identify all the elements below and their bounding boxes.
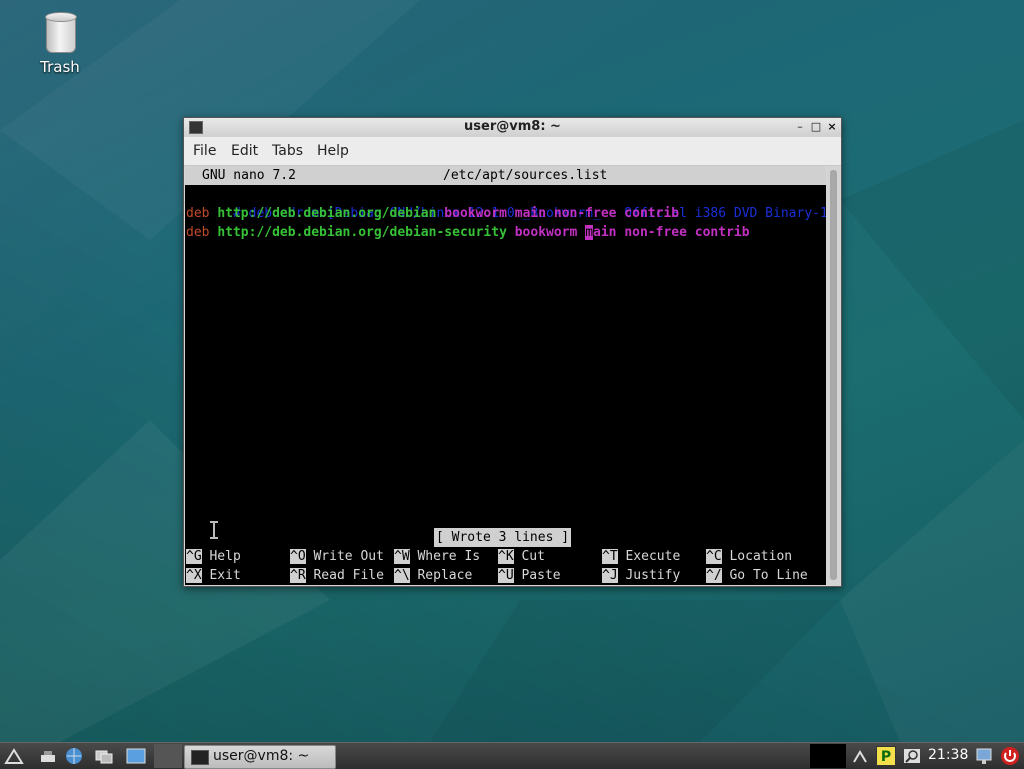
- minimize-button[interactable]: –: [793, 120, 807, 134]
- menu-edit[interactable]: Edit: [231, 143, 258, 159]
- shortcut-key: ^C: [706, 549, 722, 564]
- trash-icon: [45, 12, 77, 53]
- shortcut-label: Paste: [521, 568, 561, 583]
- maximize-button[interactable]: □: [809, 120, 823, 134]
- menu-bar: File Edit Tabs Help: [184, 137, 841, 166]
- taskbar-clock[interactable]: 21:38: [928, 747, 968, 763]
- shortcut-label: Execute: [625, 549, 681, 564]
- terminal-area[interactable]: GNU nano 7.2 /etc/apt/sources.list # deb…: [185, 166, 826, 585]
- power-icon[interactable]: [1000, 746, 1020, 766]
- shortcut-label: Read File: [313, 568, 384, 583]
- shortcut-label: Location: [729, 549, 793, 564]
- trash-label: Trash: [40, 58, 80, 76]
- shortcut-key: ^/: [706, 568, 722, 583]
- shortcut-label: Replace: [417, 568, 473, 583]
- menu-help[interactable]: Help: [317, 143, 349, 159]
- shortcut-key: ^O: [290, 549, 306, 564]
- tray-blank: [810, 744, 846, 768]
- shortcut-go-to-line: ^/ Go To Line: [706, 566, 808, 585]
- shortcut-exit: ^X Exit: [186, 566, 241, 585]
- terminal-window[interactable]: user@vm8: ~ – □ × File Edit Tabs Help GN…: [183, 117, 842, 587]
- scrollbar-thumb[interactable]: [830, 170, 837, 580]
- status-message: [ Wrote 3 lines ]: [434, 528, 572, 547]
- editor-line-2[interactable]: deb http://deb.debian.org/debian bookwor…: [186, 204, 679, 223]
- taskbar: user@vm8: ~ P 21:38: [0, 742, 1024, 769]
- text-cursor: m: [585, 225, 594, 240]
- taskbar-window-button[interactable]: user@vm8: ~: [184, 745, 336, 769]
- browser-icon[interactable]: [64, 746, 84, 766]
- deb-keyword: deb: [186, 206, 210, 221]
- shortcut-label: Justify: [625, 568, 681, 583]
- shortcut-read-file: ^R Read File: [290, 566, 384, 585]
- shortcut-cut: ^K Cut: [498, 547, 545, 566]
- pager-workspace[interactable]: [154, 744, 182, 768]
- shortcut-help: ^G Help: [186, 547, 241, 566]
- trash-desktop-icon[interactable]: Trash: [24, 12, 96, 76]
- close-button[interactable]: ×: [825, 120, 839, 134]
- shortcut-key: ^W: [394, 549, 410, 564]
- shortcut-key: ^T: [602, 549, 618, 564]
- window-switcher-icon[interactable]: [94, 746, 114, 766]
- shortcut-label: Where Is: [417, 549, 481, 564]
- terminal-task-icon: [191, 750, 209, 765]
- shortcut-location: ^C Location: [706, 547, 792, 566]
- mouse-ibeam-icon: [210, 521, 218, 539]
- shortcut-key: ^R: [290, 568, 306, 583]
- deb-keyword: deb: [186, 225, 210, 240]
- package-updater-icon[interactable]: P: [876, 746, 896, 766]
- shortcut-key: ^\: [394, 568, 410, 583]
- shortcut-label: Exit: [209, 568, 241, 583]
- shortcut-key: ^K: [498, 549, 514, 564]
- repo-url: http://deb.debian.org/debian: [217, 206, 437, 221]
- shortcut-key: ^J: [602, 568, 618, 583]
- lock-screen-icon[interactable]: [974, 746, 994, 766]
- editor-line-3[interactable]: deb http://deb.debian.org/debian-securit…: [186, 223, 750, 242]
- nano-version: GNU nano 7.2: [202, 168, 296, 183]
- window-titlebar[interactable]: user@vm8: ~ – □ ×: [184, 118, 841, 137]
- shortcut-label: Go To Line: [729, 568, 808, 583]
- shortcut-key: ^G: [186, 549, 202, 564]
- repo-components: bookworm main non-free contrib: [444, 206, 680, 221]
- repo-suite: bookworm: [514, 225, 578, 240]
- repo-url: http://deb.debian.org/debian-security: [217, 225, 507, 240]
- menu-tabs[interactable]: Tabs: [272, 143, 303, 159]
- shortcut-write-out: ^O Write Out: [290, 547, 384, 566]
- shortcut-label: Cut: [521, 549, 545, 564]
- search-icon[interactable]: [902, 746, 922, 766]
- shortcut-label: Help: [209, 549, 241, 564]
- repo-components: ain non-free contrib: [593, 225, 750, 240]
- shortcut-paste: ^U Paste: [498, 566, 561, 585]
- show-desktop-icon[interactable]: [38, 746, 58, 766]
- nano-header: GNU nano 7.2 /etc/apt/sources.list: [185, 166, 826, 185]
- start-menu-icon[interactable]: [4, 746, 24, 766]
- window-title: user@vm8: ~: [464, 119, 561, 134]
- shortcut-execute: ^T Execute: [602, 547, 680, 566]
- menu-file[interactable]: File: [193, 143, 216, 159]
- taskbar-window-label: user@vm8: ~: [213, 748, 310, 764]
- nano-filename: /etc/apt/sources.list: [443, 168, 608, 183]
- shortcut-label: Write Out: [313, 549, 384, 564]
- shortcut-replace: ^\ Replace: [394, 566, 472, 585]
- shortcut-justify: ^J Justify: [602, 566, 680, 585]
- shortcut-key: ^U: [498, 568, 514, 583]
- editor-line-1[interactable]: # deb cdrom:[Debian GNU/Linux 12.1.0 _Bo…: [186, 185, 826, 221]
- shortcut-where-is: ^W Where Is: [394, 547, 480, 566]
- network-icon[interactable]: [850, 746, 870, 766]
- shortcut-key: ^X: [186, 568, 202, 583]
- terminal-scrollbar[interactable]: [827, 166, 840, 585]
- desktop-pager-icon[interactable]: [126, 746, 146, 766]
